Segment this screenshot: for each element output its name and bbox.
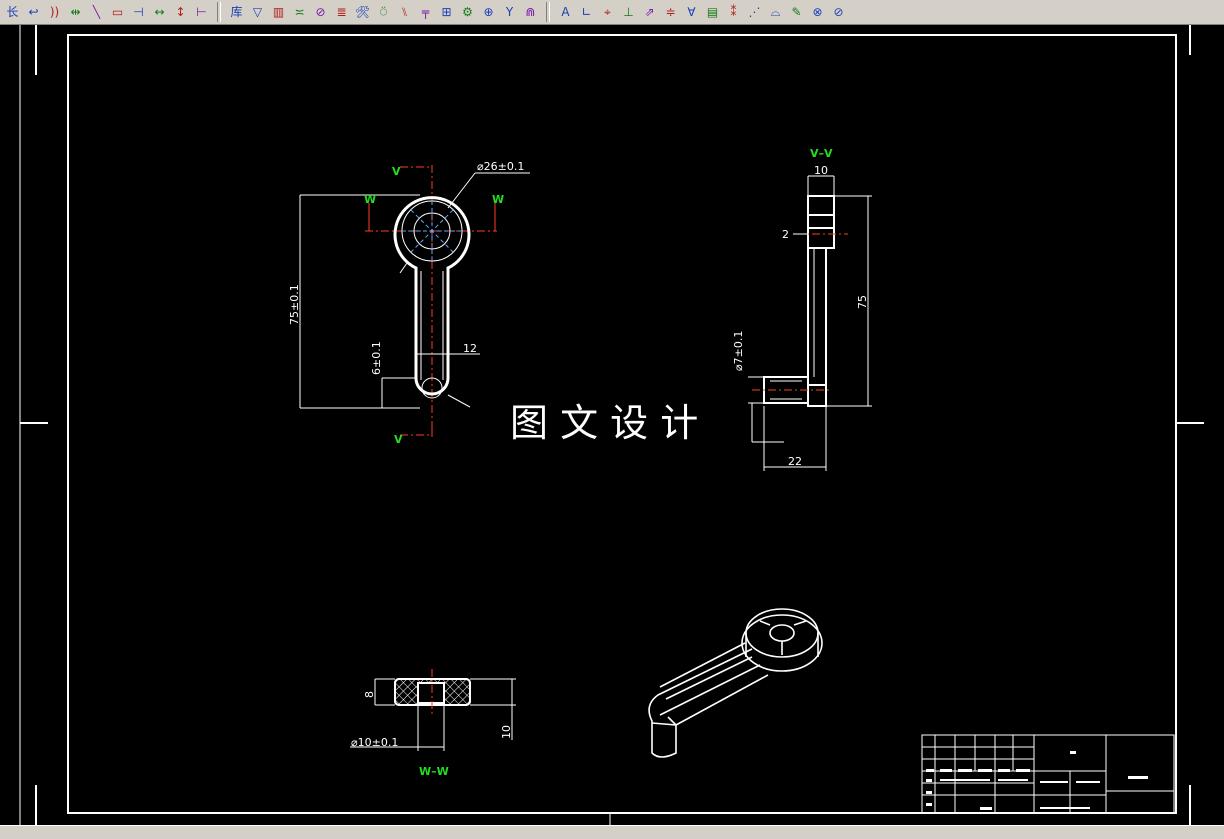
- section-mark-w-right: W: [492, 193, 504, 206]
- side-centerlines: [752, 233, 848, 391]
- toolbar-group3-button-1[interactable]: A: [555, 2, 576, 22]
- toolbar-group3-button-12[interactable]: ✎: [786, 2, 807, 22]
- toolbar-group1-button-10[interactable]: ⊢: [191, 2, 212, 22]
- side-dimension-lines: [748, 175, 872, 471]
- toolbar-group1-button-1[interactable]: 长: [2, 2, 23, 22]
- section-view-w-w: 8 10 ⌀10±0.1 W–W: [350, 669, 516, 778]
- toolbar-separator: [546, 2, 550, 22]
- dim-overall-length: 75±0.1: [288, 284, 301, 325]
- toolbar-group2-button-13[interactable]: ⊕: [478, 2, 499, 22]
- toolbar-group1-button-4[interactable]: ⇹: [65, 2, 86, 22]
- toolbar-group2-button-2[interactable]: ▽: [247, 2, 268, 22]
- section-title-w-w: W–W: [419, 765, 449, 778]
- dim-head-diameter: ⌀26±0.1: [477, 160, 524, 173]
- toolbar-group3-button-7[interactable]: ∀: [681, 2, 702, 22]
- toolbar-group1-button-6[interactable]: ▭: [107, 2, 128, 22]
- toolbar-group3-button-6[interactable]: ≑: [660, 2, 681, 22]
- dim-side-75: 75: [856, 295, 869, 309]
- section-mark-v-top: V: [392, 165, 401, 178]
- title-block: [921, 734, 1175, 814]
- toolbar-group2-button-3[interactable]: ▥: [268, 2, 289, 22]
- side-part-outline: [763, 195, 835, 407]
- toolbar-group3-button-9[interactable]: ⁑: [723, 2, 744, 22]
- toolbar-group-annotate: A ∟ ⌖ ⊥ ⇗ ≑ ∀ ▤ ⁑ ⋰ ⌓ ✎ ⊗ ⊘: [553, 1, 851, 23]
- section-mark-w-left: W: [364, 193, 376, 206]
- toolbar-group-library: 库 ▽ ▥ ≍ ⊘ ≣ 🛠 ⍥ ⑊ ╤ ⊞ ⚙ ⊕ Y ⋒: [224, 1, 543, 23]
- dim-arm-width: 12: [463, 342, 477, 355]
- toolbar-group1-button-3[interactable]: )): [44, 2, 65, 22]
- dim-side-top-10: 10: [814, 164, 828, 177]
- toolbar-group2-button-1[interactable]: 库: [226, 2, 247, 22]
- status-bar: [0, 825, 1224, 839]
- toolbar-separator: [217, 2, 221, 22]
- toolbar-group2-button-4[interactable]: ≍: [289, 2, 310, 22]
- toolbar-group2-button-12[interactable]: ⚙: [457, 2, 478, 22]
- toolbar-group3-button-11[interactable]: ⌓: [765, 2, 786, 22]
- side-view: V–V 10 2 75 ⌀7±0.1 22: [732, 147, 872, 471]
- toolbar-group3-button-3[interactable]: ⌖: [597, 2, 618, 22]
- toolbar-group1-button-8[interactable]: ↔: [149, 2, 170, 22]
- toolbar-group1-button-9[interactable]: ↕: [170, 2, 191, 22]
- toolbar-group1-button-5[interactable]: ╲: [86, 2, 107, 22]
- toolbar-group3-button-14[interactable]: ⊘: [828, 2, 849, 22]
- toolbar-group2-button-7[interactable]: 🛠: [352, 2, 373, 22]
- toolbar-group1-button-2[interactable]: ↩: [23, 2, 44, 22]
- toolbar-group3-button-4[interactable]: ⊥: [618, 2, 639, 22]
- toolbar-group3-button-2[interactable]: ∟: [576, 2, 597, 22]
- dim-section-8: 8: [363, 691, 376, 698]
- toolbar-group-draw: 长 ↩)) ⇹ ╲ ▭ ⊣ ↔ ↕ ⊢: [0, 1, 214, 23]
- dim-section-dia-10: ⌀10±0.1: [351, 736, 398, 749]
- toolbar-group3-button-8[interactable]: ▤: [702, 2, 723, 22]
- front-hidden-lines: [402, 201, 462, 261]
- dim-side-2: 2: [782, 228, 789, 241]
- dim-end-six: 6±0.1: [370, 341, 383, 375]
- cad-toolbar: 长 ↩)) ⇹ ╲ ▭ ⊣ ↔ ↕ ⊢ 库 ▽ ▥ ≍ ⊘ ≣ 🛠 ⍥ ⑊ ╤ ⊞ ⚙ ⊕ Y ⋒ A ∟ ⌖ ⊥ ⇗ ≑ ∀ ▤ ⁑ ⋰ ⌓ ✎…: [0, 0, 1224, 25]
- toolbar-group2-button-14[interactable]: Y: [499, 2, 520, 22]
- toolbar-group2-button-5[interactable]: ⊘: [310, 2, 331, 22]
- toolbar-group3-button-13[interactable]: ⊗: [807, 2, 828, 22]
- isometric-view: [648, 608, 823, 758]
- dim-section-10: 10: [500, 725, 513, 739]
- toolbar-group2-button-11[interactable]: ⊞: [436, 2, 457, 22]
- toolbar-group3-button-10[interactable]: ⋰: [744, 2, 765, 22]
- watermark-text: 图 文 设 计: [510, 401, 698, 445]
- toolbar-group2-button-6[interactable]: ≣: [331, 2, 352, 22]
- drawing-canvas[interactable]: V V W W ⌀26±0.1 75±0.1 12 6±0.1 V–V 10 2…: [0, 25, 1224, 825]
- toolbar-group2-button-15[interactable]: ⋒: [520, 2, 541, 22]
- toolbar-group2-button-9[interactable]: ⑊: [394, 2, 415, 22]
- dim-side-dia-7: ⌀7±0.1: [732, 331, 745, 371]
- dim-side-22: 22: [788, 455, 802, 468]
- toolbar-group3-button-5[interactable]: ⇗: [639, 2, 660, 22]
- front-view: V V W W ⌀26±0.1 75±0.1 12 6±0.1: [288, 160, 530, 446]
- toolbar-group1-button-7[interactable]: ⊣: [128, 2, 149, 22]
- section-mark-v-bottom: V: [394, 433, 403, 446]
- toolbar-group2-button-8[interactable]: ⍥: [373, 2, 394, 22]
- section-title-v-v: V–V: [810, 147, 833, 160]
- toolbar-group2-button-10[interactable]: ╤: [415, 2, 436, 22]
